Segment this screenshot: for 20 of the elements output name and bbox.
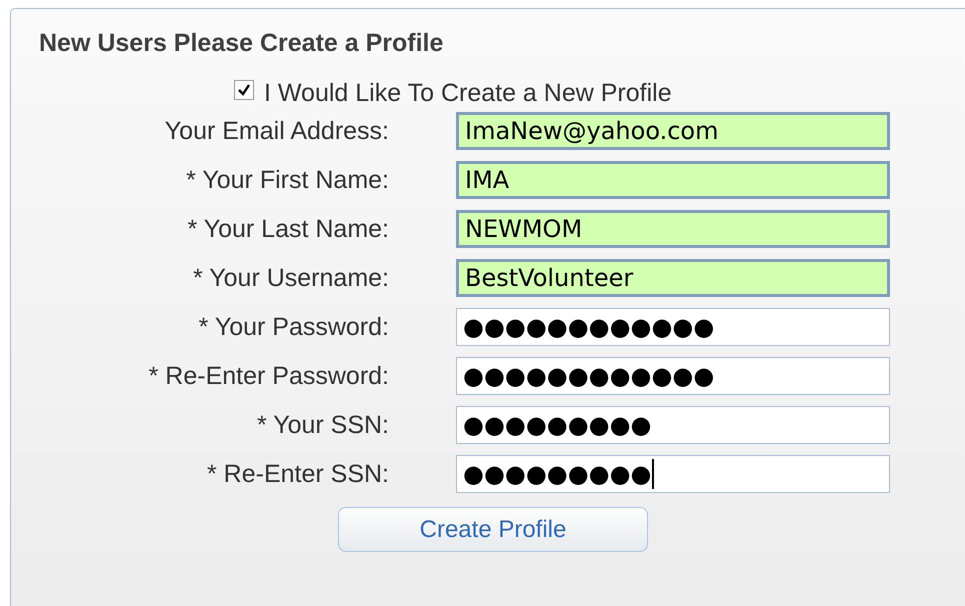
field-label: * Your Password:	[198, 312, 389, 342]
input-field[interactable]: IMA	[456, 161, 890, 199]
create-profile-button[interactable]: Create Profile	[338, 507, 648, 552]
input-field[interactable]: ImaNew@yahoo.com	[456, 112, 890, 150]
input-field[interactable]: BestVolunteer	[456, 259, 890, 297]
checkbox[interactable]	[234, 80, 254, 100]
input-field[interactable]: NEWMOM	[456, 210, 890, 248]
form-title: New Users Please Create a Profile	[39, 29, 444, 58]
field-label: * Your Last Name:	[186, 214, 389, 244]
field-label: * Your First Name:	[185, 166, 389, 194]
field-label: * Re-Enter SSN:	[206, 460, 389, 488]
input-field[interactable]: ●●●●●●●●●●●●	[456, 308, 890, 346]
input-field[interactable]: ●●●●●●●●●●●●	[456, 357, 890, 395]
checkbox-label: I Would Like To Create a New Profile	[264, 78, 672, 108]
input-field[interactable]: ●●●●●●●●●	[456, 455, 890, 493]
field-label: * Your Username:	[192, 264, 389, 292]
field-label: * Re-Enter Password:	[148, 362, 389, 390]
field-label: * Your SSN:	[256, 410, 389, 440]
field-label: Your Email Address:	[164, 116, 389, 146]
input-field[interactable]: ●●●●●●●●●	[456, 406, 890, 444]
